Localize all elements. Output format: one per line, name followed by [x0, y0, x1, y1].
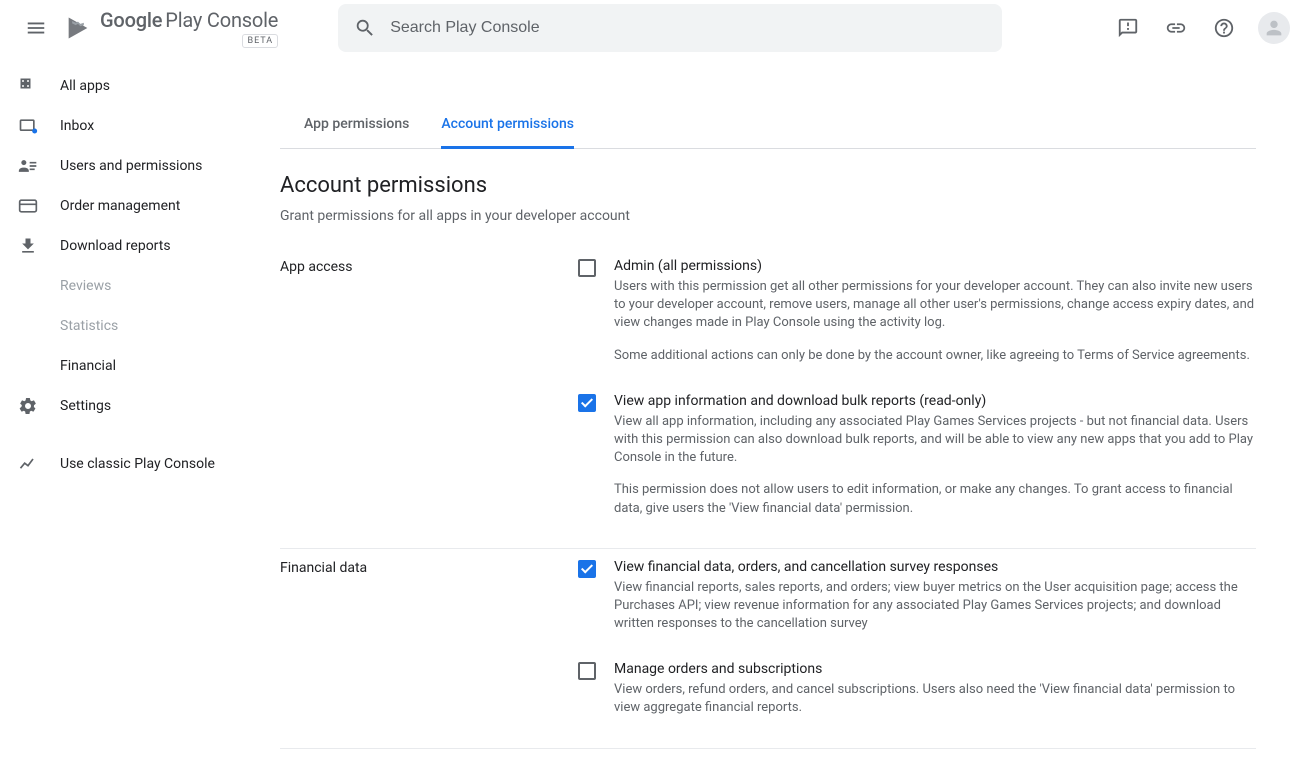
permission-description: View all app information, including any … — [614, 413, 1256, 518]
checkbox-manage-orders[interactable] — [578, 662, 596, 680]
header-actions — [1108, 8, 1290, 48]
brand-logo[interactable]: Google Play Console BETA — [64, 8, 278, 48]
permission-view-app-info: View app information and download bulk r… — [578, 393, 1256, 518]
beta-badge: BETA — [242, 34, 278, 48]
person-icon — [1263, 17, 1285, 39]
top-header: Google Play Console BETA — [0, 0, 1302, 56]
permission-description: Users with this permission get all other… — [614, 278, 1256, 365]
sidebar-item-classic-console[interactable]: Use classic Play Console — [0, 444, 280, 484]
chart-line-icon — [18, 454, 38, 474]
sidebar-item-download-reports[interactable]: Download reports — [0, 226, 280, 266]
sidebar: All apps Inbox Users and permissions Ord… — [0, 56, 280, 749]
nav-sub-label: Statistics — [60, 318, 118, 334]
nav-label: Use classic Play Console — [60, 456, 215, 472]
permission-title: View app information and download bulk r… — [614, 393, 1256, 409]
feedback-icon — [1117, 17, 1139, 39]
brand-primary-text: Google — [100, 8, 162, 32]
nav-sub-label: Reviews — [60, 278, 111, 294]
section-app-access: App access Admin (all permissions) Users… — [280, 248, 1256, 549]
search-input[interactable] — [390, 19, 986, 37]
sidebar-subitem-reviews[interactable]: Reviews — [0, 266, 280, 306]
help-icon — [1213, 17, 1235, 39]
help-button[interactable] — [1204, 8, 1244, 48]
nav-label: Users and permissions — [60, 158, 202, 174]
sidebar-item-all-apps[interactable]: All apps — [0, 66, 280, 106]
checkbox-view-financial[interactable] — [578, 560, 596, 578]
tab-app-permissions[interactable]: App permissions — [304, 116, 409, 149]
sidebar-subitem-financial[interactable]: Financial — [0, 346, 280, 386]
permission-admin: Admin (all permissions) Users with this … — [578, 258, 1256, 365]
search-icon — [354, 17, 376, 39]
users-icon — [18, 156, 38, 176]
sidebar-item-inbox[interactable]: Inbox — [0, 106, 280, 146]
nav-label: All apps — [60, 78, 110, 94]
sidebar-item-settings[interactable]: Settings — [0, 386, 280, 426]
tab-account-permissions[interactable]: Account permissions — [441, 116, 574, 149]
nav-label: Settings — [60, 398, 111, 414]
feedback-button[interactable] — [1108, 8, 1148, 48]
permission-description: View orders, refund orders, and cancel s… — [614, 681, 1256, 717]
page-subtitle: Grant permissions for all apps in your d… — [280, 208, 1256, 224]
play-logo-icon — [64, 14, 92, 42]
permission-view-financial: View financial data, orders, and cancell… — [578, 559, 1256, 634]
page-title: Account permissions — [280, 173, 1256, 198]
tabs: App permissions Account permissions — [280, 116, 1256, 149]
nav-sub-label: Financial — [60, 358, 116, 374]
apps-icon — [18, 76, 38, 96]
nav-label: Inbox — [60, 118, 94, 134]
checkbox-view-app-info[interactable] — [578, 394, 596, 412]
section-label: App access — [280, 258, 578, 518]
card-icon — [18, 196, 38, 216]
sidebar-item-order-management[interactable]: Order management — [0, 186, 280, 226]
main-content: App permissions Account permissions Acco… — [280, 56, 1280, 749]
section-financial-data: Financial data View financial data, orde… — [280, 549, 1256, 749]
download-icon — [18, 236, 38, 256]
account-avatar[interactable] — [1258, 12, 1290, 44]
hamburger-menu-button[interactable] — [12, 4, 60, 52]
gear-icon — [18, 396, 38, 416]
link-icon — [1165, 17, 1187, 39]
nav-label: Order management — [60, 198, 180, 214]
permission-description: View financial reports, sales reports, a… — [614, 579, 1256, 634]
search-box[interactable] — [338, 4, 1002, 52]
checkbox-admin[interactable] — [578, 259, 596, 277]
permission-title: Manage orders and subscriptions — [614, 661, 1256, 677]
inbox-icon — [18, 116, 38, 136]
permission-title: View financial data, orders, and cancell… — [614, 559, 1256, 575]
sidebar-subitem-statistics[interactable]: Statistics — [0, 306, 280, 346]
permission-manage-orders: Manage orders and subscriptions View ord… — [578, 661, 1256, 717]
menu-icon — [25, 17, 47, 39]
section-label: Financial data — [280, 559, 578, 718]
nav-label: Download reports — [60, 238, 171, 254]
permission-title: Admin (all permissions) — [614, 258, 1256, 274]
sidebar-item-users-permissions[interactable]: Users and permissions — [0, 146, 280, 186]
brand-secondary-text: Play Console — [165, 8, 278, 32]
link-button[interactable] — [1156, 8, 1196, 48]
